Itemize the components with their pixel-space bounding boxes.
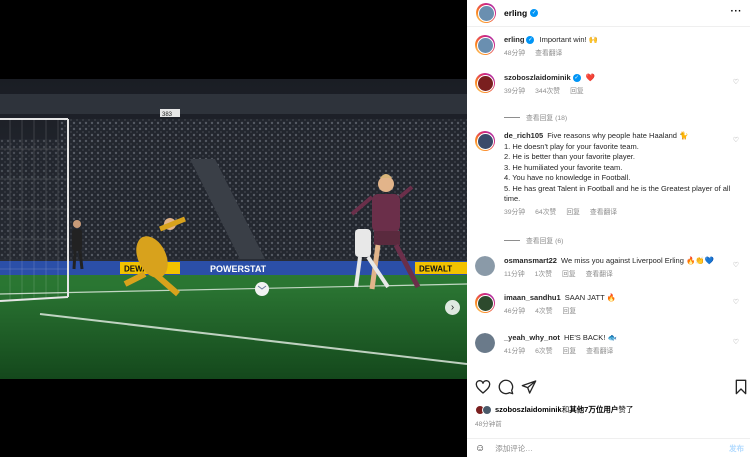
- liker-avatar: [482, 404, 492, 415]
- heart-icon[interactable]: [475, 379, 491, 395]
- share-icon[interactable]: [521, 379, 537, 395]
- caption-time: 48分钟: [504, 49, 526, 57]
- comment-likes[interactable]: 64次赞: [535, 208, 556, 219]
- post-actions-bar: [467, 379, 750, 399]
- add-comment-input[interactable]: [495, 443, 696, 453]
- comment-reply-button[interactable]: 回复: [563, 307, 577, 318]
- author-avatar[interactable]: [476, 3, 496, 23]
- more-horizontal-icon[interactable]: ···: [731, 6, 743, 17]
- post-header: erling ✓ ···: [467, 0, 750, 27]
- post-comment-button[interactable]: 发布: [729, 443, 744, 454]
- post-side-panel: erling ✓ ··· erling ✓ Important win! 🙌 48…: [467, 0, 750, 457]
- comment-username[interactable]: osmansmart22: [504, 256, 557, 265]
- ad-board-powerstat: POWERSTAT: [210, 264, 267, 274]
- comment-line: 3. He humiliated your favorite team.: [504, 162, 623, 172]
- comment-text: We miss you against Liverpool Erling 🔥👏💙: [561, 256, 714, 265]
- comment-text: SAAN JATT 🔥: [564, 293, 616, 302]
- likes-summary: szoboszlaidominik 和 其他7万位用户 赞了: [475, 404, 633, 415]
- verified-badge-icon: ✓: [526, 36, 535, 45]
- comment-time: 39分钟: [504, 87, 526, 95]
- caption-translate-link[interactable]: 查看翻译: [535, 49, 562, 60]
- comment-text: HE'S BACK! 🐟: [563, 333, 617, 342]
- likes-others-link[interactable]: 其他7万位用户: [569, 404, 618, 415]
- comment-line: 2. He is better than your favorite playe…: [504, 152, 635, 161]
- caption-author-avatar[interactable]: [475, 35, 495, 55]
- view-replies-label: 查看回复 (6): [526, 238, 564, 245]
- comment-line: 4. You have no knowledge in Football.: [504, 173, 631, 182]
- heart-icon[interactable]: ♡: [733, 136, 739, 144]
- comment-time: 41分钟: [504, 347, 526, 355]
- post-photo[interactable]: 383 DEWALT POWERSTAT DEWALT ›: [0, 79, 467, 379]
- post-media-pane: 383 DEWALT POWERSTAT DEWALT ›: [0, 0, 467, 457]
- likes-suffix: 赞了: [618, 405, 634, 414]
- author-username[interactable]: erling: [504, 8, 527, 18]
- ad-board-dewalt-2: DEWALT: [419, 265, 452, 274]
- comment-time: 46分钟: [504, 307, 526, 315]
- heart-icon[interactable]: ♡: [733, 338, 739, 346]
- comment-icon[interactable]: [498, 379, 514, 395]
- comment-translate-link[interactable]: 查看翻译: [586, 270, 613, 281]
- view-replies-label: 查看回复 (18): [526, 115, 568, 122]
- commenter-avatar[interactable]: [475, 333, 495, 353]
- comment-line: 5. He has great Talent in Football and h…: [504, 183, 731, 204]
- liker-username[interactable]: szoboszlaidominik: [495, 405, 562, 414]
- likes-connector: 和: [561, 405, 570, 414]
- verified-badge-icon: ✓: [530, 9, 539, 17]
- post-caption: erling ✓ Important win! 🙌 48分钟 查看翻译: [475, 35, 743, 59]
- comment-item: osmansmart22 We miss you against Liverpo…: [475, 256, 743, 280]
- comment-item: de_rich105 Five reasons why people hate …: [475, 131, 743, 218]
- caption-username[interactable]: erling: [504, 35, 524, 44]
- comment-item: imaan_sandhu1 SAAN JATT 🔥 46分钟 4次赞 回复 ♡: [475, 293, 743, 317]
- comment-time: 11分钟: [504, 270, 525, 278]
- emoji-icon[interactable]: ☺: [475, 443, 485, 454]
- comment-reply-button[interactable]: 回复: [563, 347, 577, 358]
- comment-translate-link[interactable]: 查看翻译: [590, 208, 617, 219]
- heart-icon[interactable]: ♡: [733, 261, 739, 269]
- comment-time: 39分钟: [504, 208, 526, 216]
- comment-text: ❤️: [585, 73, 596, 82]
- comment-translate-link[interactable]: 查看翻译: [586, 347, 613, 358]
- comment-line: 1. He doesn't play for your favorite tea…: [504, 141, 639, 151]
- comment-reply-button[interactable]: 回复: [566, 208, 580, 219]
- commenter-avatar[interactable]: [475, 73, 495, 93]
- comment-username[interactable]: szoboszlaidominik: [504, 73, 571, 82]
- bookmark-icon[interactable]: [733, 379, 749, 395]
- comment-username[interactable]: _yeah_why_not: [504, 333, 560, 342]
- commenter-avatar[interactable]: [475, 256, 495, 276]
- comment-username[interactable]: de_rich105: [504, 131, 543, 140]
- football-match-photo: 383 DEWALT POWERSTAT DEWALT: [0, 79, 467, 379]
- caption-text: Important win! 🙌: [539, 35, 599, 44]
- comment-username[interactable]: imaan_sandhu1: [504, 293, 561, 302]
- view-replies-button[interactable]: 查看回复 (6): [504, 235, 563, 245]
- post-time-ago: 48分钟前: [475, 421, 502, 428]
- add-comment-bar: ☺ 发布: [467, 438, 750, 457]
- commenter-avatar[interactable]: [475, 131, 495, 151]
- comment-likes[interactable]: 344次赞: [535, 87, 560, 98]
- commenter-avatar[interactable]: [475, 293, 495, 313]
- comment-text: Five reasons why people hate Haaland 🐈: [547, 131, 689, 140]
- comment-item: szoboszlaidominik ✓ ❤️ 39分钟 344次赞 回复 ♡: [475, 73, 743, 97]
- comments-list: erling ✓ Important win! 🙌 48分钟 查看翻译 szobo…: [467, 28, 750, 374]
- verified-badge-icon: ✓: [572, 74, 581, 83]
- comment-likes[interactable]: 1次赞: [535, 270, 552, 281]
- view-replies-button[interactable]: 查看回复 (18): [504, 112, 567, 122]
- heart-icon[interactable]: ♡: [733, 78, 739, 86]
- stand-number-text: 383: [162, 112, 173, 118]
- carousel-next-button[interactable]: ›: [445, 300, 460, 315]
- chevron-right-icon: ›: [450, 302, 455, 313]
- heart-icon[interactable]: ♡: [733, 298, 739, 306]
- comment-reply-button[interactable]: 回复: [562, 270, 576, 281]
- comment-item: _yeah_why_not HE'S BACK! 🐟 41分钟 6次赞 回复 查…: [475, 333, 743, 357]
- comment-reply-button[interactable]: 回复: [570, 87, 584, 98]
- comment-likes[interactable]: 4次赞: [535, 307, 552, 318]
- comment-likes[interactable]: 6次赞: [535, 347, 552, 358]
